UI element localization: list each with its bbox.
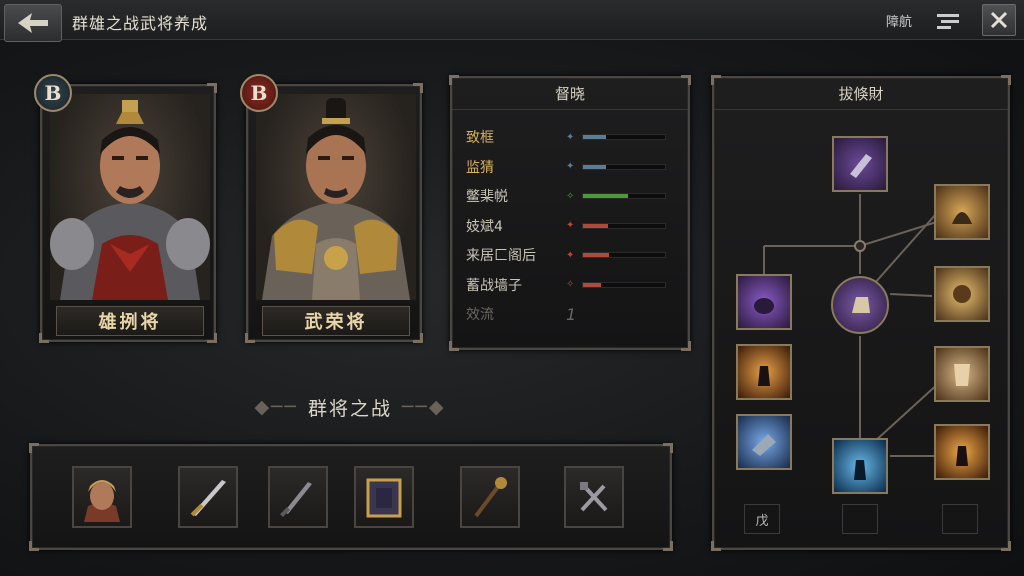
ornament-left-icon: ◆──: [254, 396, 298, 418]
stat-label: 效流: [466, 307, 494, 323]
stat-bar-fill: [583, 223, 608, 228]
stat-bar-fill: [583, 135, 606, 139]
stat-bar: [582, 193, 666, 199]
hero-portrait: [50, 94, 210, 300]
stat-bar: [582, 134, 666, 140]
equip-slot-tools[interactable]: [564, 466, 624, 528]
sword-icon: [190, 480, 226, 517]
hero-name: 武荣将: [262, 306, 410, 336]
equip-slot-helmet[interactable]: [72, 466, 132, 528]
skill-slot-1[interactable]: 戊: [744, 504, 780, 534]
stat-icon: ✦: [566, 161, 575, 172]
stat-icon: ✦: [566, 249, 575, 261]
skill-node-bottom[interactable]: [832, 438, 888, 494]
spirit-skill-icon: [854, 460, 866, 480]
close-icon: [990, 11, 1008, 29]
skill-tree-panel: 拔倏財: [711, 75, 1011, 551]
skill-node-right-2[interactable]: [934, 266, 990, 322]
equipment-section-title: ◆── 群将之战 ──◆: [254, 396, 446, 420]
skill-node-right-3[interactable]: [934, 346, 990, 402]
ornament-right-icon: ──◆: [402, 396, 446, 418]
skill-node-left-2[interactable]: [736, 344, 792, 400]
stat-label: 致框: [466, 130, 494, 146]
stat-label: 来居匚阁后: [466, 248, 536, 264]
stat-label: 鳖棐帨: [466, 189, 508, 205]
dagger-icon: [280, 482, 312, 517]
armor-skill-icon: [952, 212, 972, 224]
stat-row: 监猜 ✦: [466, 156, 678, 178]
stat-bar: [582, 163, 666, 170]
hammer-skill-icon: [752, 434, 776, 456]
top-bar: 群雄之战武将养成 障航: [0, 0, 1024, 42]
crossed-tools-icon: [580, 482, 608, 512]
skill-node-center[interactable]: [831, 276, 889, 334]
stats-panel-title: 督晓: [452, 78, 688, 110]
equip-slot-dagger[interactable]: [268, 466, 328, 528]
stat-icon: ✦: [566, 131, 575, 143]
rank-badge: B: [240, 74, 278, 112]
stat-row: 致框 ✦: [466, 126, 678, 148]
stat-value: 1: [566, 304, 577, 324]
top-right-label[interactable]: 障航: [886, 11, 912, 30]
skill-node-left-1[interactable]: [736, 274, 792, 330]
skill-node-left-3[interactable]: [736, 414, 792, 470]
helmet-warrior-icon: [84, 480, 120, 522]
general-portrait-icon: [262, 98, 410, 300]
weapon-skill-icon: [850, 154, 872, 178]
page-title: 群雄之战武将养成: [72, 14, 209, 33]
stat-icon: ✧: [566, 190, 575, 202]
equip-slot-box[interactable]: [354, 466, 414, 528]
stat-label: 蓄战墙子: [466, 277, 522, 294]
menu-icon: [937, 14, 959, 29]
stat-icon: ✧: [566, 279, 575, 290]
equipment-bar: [29, 443, 673, 551]
rank-badge: B: [34, 74, 72, 112]
stat-bar: [582, 252, 666, 258]
menu-button[interactable]: [934, 8, 962, 34]
hero-card-1[interactable]: B 雄挒将: [34, 74, 217, 343]
skill-slot-2[interactable]: [842, 504, 878, 534]
stat-label: 监猜: [466, 159, 494, 176]
stat-icon: ✦: [566, 220, 575, 231]
skill-node-right-4[interactable]: [934, 424, 990, 480]
stat-row: 蓄战墙子 ✧: [466, 274, 678, 296]
stat-bar-fill: [583, 194, 629, 198]
hero-portrait: [256, 94, 416, 300]
stat-label: 妓斌4: [466, 218, 503, 235]
stat-row: 妓斌4 ✦: [466, 215, 678, 237]
skill-slot-3[interactable]: [942, 504, 978, 534]
warrior-portrait-icon: [50, 100, 210, 300]
close-button[interactable]: [982, 4, 1016, 36]
fist-skill-icon: [852, 297, 870, 313]
mage-skill-icon: [754, 298, 774, 314]
skill-node-top[interactable]: [832, 136, 888, 192]
mace-icon: [474, 477, 507, 518]
skill-node-right-1[interactable]: [934, 184, 990, 240]
stat-bar-fill: [583, 164, 606, 169]
torso-skill-icon: [954, 364, 970, 386]
stat-bar-fill: [583, 282, 602, 287]
burst-skill-icon: [953, 285, 971, 303]
hero-card-2[interactable]: B 武荣将: [240, 74, 423, 343]
shadow-skill-icon: [956, 446, 968, 466]
stat-bar: [582, 281, 666, 288]
stats-panel: 督晓 致框 ✦ 监猜 ✦ 鳖棐帨 ✧ 妓斌4 ✦ 来居匚阁后 ✦ 蓄战墙子 ✧ 效流 1: [449, 75, 691, 351]
stat-row: 效流 1: [466, 303, 678, 325]
stat-bar-fill: [583, 253, 610, 257]
stat-row: 鳖棐帨 ✧: [466, 185, 678, 207]
back-button[interactable]: [4, 4, 62, 42]
hero-name: 雄挒将: [56, 306, 204, 336]
warrior-skill-icon: [758, 366, 770, 386]
back-arrow-icon: [18, 13, 48, 33]
stat-row: 来居匚阁后 ✦: [466, 244, 678, 266]
equip-slot-sword[interactable]: [178, 466, 238, 528]
armor-box-icon: [366, 478, 402, 518]
equip-slot-mace[interactable]: [460, 466, 520, 528]
stat-bar: [582, 222, 666, 229]
